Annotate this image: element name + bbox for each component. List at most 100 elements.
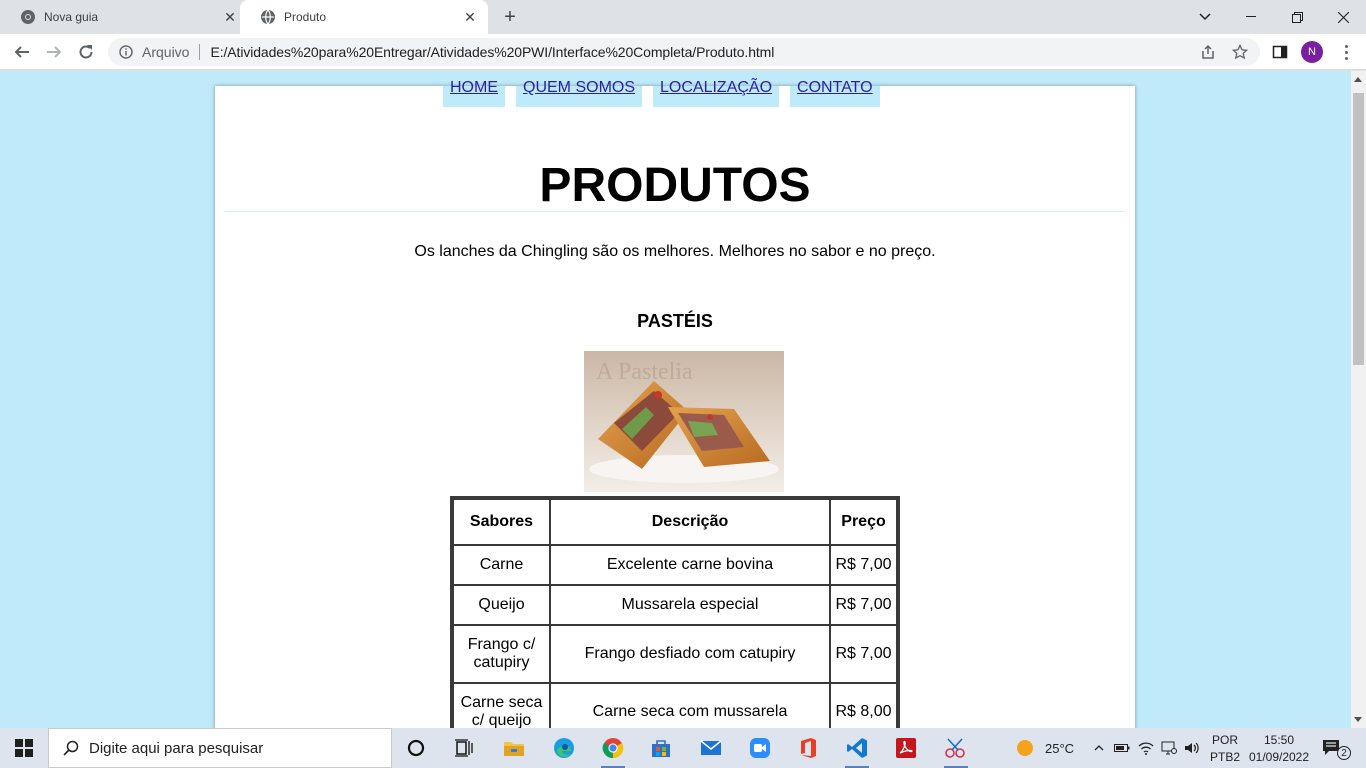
table-row: Carne Excelente carne bovina R$ 7,00	[453, 545, 897, 585]
tray-icons	[1092, 728, 1200, 768]
store-icon[interactable]	[645, 732, 677, 764]
menu-kebab-icon[interactable]	[1336, 40, 1356, 64]
notification-count: 2	[1337, 746, 1351, 760]
pastel-photo: A Pastelia	[584, 351, 784, 492]
cell-sabor: Carne seca c/ queijo	[453, 683, 550, 728]
photo-watermark: A Pastelia	[596, 359, 693, 385]
share-icon[interactable]	[1194, 38, 1222, 66]
table-row: Queijo Mussarela especial R$ 7,00	[453, 585, 897, 625]
volume-icon[interactable]	[1184, 741, 1200, 755]
cell-descricao: Frango desfiado com catupiry	[550, 625, 830, 683]
address-divider	[199, 44, 201, 60]
language-code: POR	[1211, 732, 1238, 747]
column-header-sabores: Sabores	[453, 499, 550, 545]
title-divider	[225, 211, 1125, 212]
tab-title: Produto	[284, 10, 327, 24]
cell-preco: R$ 8,00	[830, 683, 897, 728]
nav-link-localizacao[interactable]: LOCALIZAÇÃO	[653, 80, 780, 107]
cell-descricao: Carne seca com mussarela	[550, 683, 830, 728]
language-indicator[interactable]: POR PTB2	[1208, 728, 1242, 768]
forward-button[interactable]	[40, 38, 68, 66]
mail-icon[interactable]	[695, 732, 727, 764]
notification-center-button[interactable]: 2	[1322, 728, 1356, 768]
snipping-tool-icon[interactable]	[940, 732, 972, 768]
profile-avatar[interactable]: N	[1301, 41, 1323, 63]
keyboard-layout: PTB2	[1209, 749, 1240, 764]
reload-button[interactable]	[72, 38, 100, 66]
info-icon[interactable]	[118, 44, 134, 60]
table-header-row: Sabores Descrição Preço	[453, 499, 897, 545]
minimize-button[interactable]	[1228, 0, 1274, 34]
scheme-label: Arquivo	[142, 44, 190, 60]
cell-descricao: Excelente carne bovina	[550, 545, 830, 585]
bookmark-star-icon[interactable]	[1226, 38, 1254, 66]
search-icon	[63, 740, 79, 756]
close-tab-icon[interactable]: ✕	[222, 9, 238, 25]
close-tab-icon[interactable]: ✕	[462, 9, 478, 25]
taskbar-search-box[interactable]: Digite aqui para pesquisar	[48, 728, 392, 768]
windows-logo-icon	[15, 739, 33, 757]
tab-nova-guia[interactable]: Nova guia ✕	[0, 0, 248, 34]
task-view-icon[interactable]	[448, 732, 480, 764]
acrobat-icon[interactable]	[890, 732, 922, 764]
column-header-descricao: Descrição	[550, 499, 830, 545]
section-title: PASTÉIS	[637, 311, 713, 331]
nav-link-home[interactable]: HOME	[443, 80, 505, 107]
globe-icon	[261, 9, 275, 25]
wifi-icon[interactable]	[1138, 741, 1154, 755]
cell-preco: R$ 7,00	[830, 625, 897, 683]
office-icon[interactable]	[792, 732, 824, 764]
cell-sabor: Carne	[453, 545, 550, 585]
price-table: Sabores Descrição Preço Carne Excelente …	[450, 496, 900, 728]
page-title: PRODUTOS	[539, 159, 811, 212]
cell-sabor: Frango c/ catupiry	[453, 625, 550, 683]
cell-preco: R$ 7,00	[830, 545, 897, 585]
back-button[interactable]	[8, 38, 36, 66]
close-window-button[interactable]	[1320, 0, 1366, 34]
table-row: Frango c/ catupiry Frango desfiado com c…	[453, 625, 897, 683]
clock-date: 01/09/2022	[1248, 749, 1310, 764]
chrome-taskbar-icon[interactable]	[597, 732, 629, 768]
table-row: Carne seca c/ queijo Carne seca com muss…	[453, 683, 897, 728]
file-explorer-icon[interactable]	[498, 732, 530, 764]
scrollbar-thumb[interactable]	[1353, 93, 1364, 365]
new-tab-button[interactable]: +	[498, 5, 522, 29]
vertical-scrollbar[interactable]	[1351, 71, 1366, 728]
content-container: HOME QUEM SOMOS LOCALIZAÇÃO CONTATO PROD…	[215, 80, 1135, 728]
column-header-preco: Preço	[830, 499, 897, 545]
url-text[interactable]: E:/Atividades%20para%20Entregar/Atividad…	[210, 44, 774, 60]
clock-time: 15:50	[1263, 732, 1295, 747]
search-placeholder: Digite aqui para pesquisar	[89, 739, 264, 757]
nav-link-quem-somos[interactable]: QUEM SOMOS	[516, 80, 643, 107]
nav-link-contato[interactable]: CONTATO	[790, 80, 880, 107]
tab-title: Nova guia	[44, 10, 99, 24]
battery-icon[interactable]	[1114, 743, 1130, 753]
main-nav: HOME QUEM SOMOS LOCALIZAÇÃO CONTATO	[443, 80, 880, 107]
scroll-down-arrow-icon[interactable]	[1354, 717, 1362, 722]
cell-preco: R$ 7,00	[830, 585, 897, 625]
clock[interactable]: 15:50 01/09/2022	[1246, 728, 1312, 768]
tab-strip: Nova guia ✕ Produto ✕ +	[0, 0, 1366, 34]
zoom-icon[interactable]	[744, 732, 776, 764]
weather-widget[interactable]: 25°C	[1016, 728, 1074, 768]
cell-descricao: Mussarela especial	[550, 585, 830, 625]
address-bar[interactable]: Arquivo E:/Atividades%20para%20Entregar/…	[108, 38, 1260, 66]
taskbar: Digite aqui para pesquisar 25°C POR PTB2…	[0, 728, 1366, 768]
vscode-icon[interactable]	[841, 732, 873, 768]
windows-start-button[interactable]	[0, 728, 48, 768]
weather-temp: 25°C	[1045, 740, 1075, 756]
network-icon[interactable]	[1161, 741, 1177, 755]
sun-icon	[1017, 740, 1033, 756]
tab-produto[interactable]: Produto ✕	[240, 0, 488, 34]
side-panel-icon[interactable]	[1266, 38, 1294, 66]
restore-button[interactable]	[1274, 0, 1320, 34]
chrome-icon	[21, 10, 35, 24]
show-hidden-icons-chevron-icon[interactable]	[1092, 745, 1106, 751]
tab-search-icon[interactable]	[1182, 0, 1228, 34]
intro-text: Os lanches da Chingling são os melhores.…	[414, 243, 936, 260]
edge-browser-icon[interactable]	[548, 732, 580, 764]
scroll-up-arrow-icon[interactable]	[1354, 77, 1362, 82]
cortana-icon[interactable]	[400, 732, 432, 764]
page-viewport: HOME QUEM SOMOS LOCALIZAÇÃO CONTATO PROD…	[0, 71, 1351, 728]
cell-sabor: Queijo	[453, 585, 550, 625]
